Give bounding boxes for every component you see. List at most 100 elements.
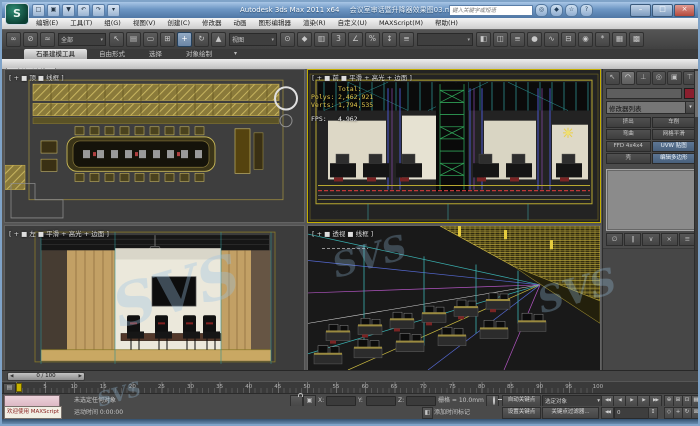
frame-spinner[interactable]: ↕ xyxy=(648,407,658,419)
add-time-tag-button[interactable]: 添加时间标记 xyxy=(434,406,470,419)
select-and-rotate-button[interactable]: ↻ xyxy=(194,32,209,47)
menu-animation[interactable]: 动画 xyxy=(228,18,253,29)
ribbon-tab-graphite-modeling[interactable]: 石墨建模工具 xyxy=(24,49,87,59)
select-and-manipulate-button[interactable]: ◆ xyxy=(297,32,312,47)
schematic-view-button[interactable]: ⊟ xyxy=(561,32,576,47)
align-button[interactable]: ◫ xyxy=(493,32,508,47)
reference-coordinate-dropdown[interactable]: 视图 ▾ xyxy=(229,33,277,46)
modifier-editpoly-button[interactable]: 编辑多边形 xyxy=(652,153,697,164)
edit-named-sets-button[interactable]: ≡ xyxy=(399,32,414,47)
close-button[interactable]: × xyxy=(674,4,695,17)
menu-maxscript[interactable]: MAXScript(M) xyxy=(373,18,429,29)
make-unique-icon[interactable]: ∨ xyxy=(642,233,659,246)
unlink-selection-button[interactable]: ⊘ xyxy=(23,32,38,47)
ribbon-tab-selection[interactable]: 选择 xyxy=(137,49,174,59)
ribbon-tab-object-paint[interactable]: 对象绘制 xyxy=(174,49,224,59)
maximize-button[interactable]: □ xyxy=(652,4,673,17)
menu-create[interactable]: 创建(C) xyxy=(161,18,196,29)
current-frame-marker[interactable] xyxy=(16,383,22,392)
display-tab-icon[interactable]: ▣ xyxy=(667,71,682,85)
command-panel-scrollbar[interactable] xyxy=(694,69,699,370)
frame-forward-icon[interactable]: ▶ xyxy=(79,373,82,380)
ribbon-minimize-icon[interactable]: ▾ xyxy=(234,49,237,59)
create-tab-icon[interactable]: ↖ xyxy=(605,71,620,85)
select-and-scale-button[interactable]: ▲ xyxy=(211,32,226,47)
coord-z-field[interactable] xyxy=(406,396,436,406)
layer-manager-button[interactable]: ≡ xyxy=(510,32,525,47)
named-selection-dropdown[interactable]: ▾ xyxy=(417,33,473,46)
time-slider-handle[interactable]: ◀ 0 / 100 ▶ xyxy=(7,372,85,381)
angle-snap-toggle[interactable]: ∠ xyxy=(348,32,363,47)
bind-to-space-warp-button[interactable]: ≈ xyxy=(40,32,55,47)
maximize-viewport-toggle-icon[interactable]: ⊠ xyxy=(691,407,700,419)
menu-group[interactable]: 组(G) xyxy=(98,18,127,29)
menu-views[interactable]: 视图(V) xyxy=(127,18,162,29)
menu-help[interactable]: 帮助(H) xyxy=(429,18,464,29)
ribbon-tab-freeform[interactable]: 自由形式 xyxy=(87,49,137,59)
viewport-front-label[interactable]: [ + ■ 前 ■ 平滑 + 高光 + 边面 ] xyxy=(312,72,412,82)
application-menu-button[interactable]: S xyxy=(5,3,29,25)
pin-stack-icon[interactable]: ∅ xyxy=(606,233,623,246)
menu-customize[interactable]: 自定义(U) xyxy=(332,18,373,29)
viewport-perspective-label[interactable]: [ + ■ 透视 ■ 线框 ] xyxy=(312,228,373,238)
modifier-meshsmooth-button[interactable]: 网格平滑 xyxy=(652,129,697,140)
favorites-icon[interactable]: ☆ xyxy=(565,4,578,17)
viewport-top-label[interactable]: [ + ■ 顶 ■ 线框 ] xyxy=(9,72,64,82)
coord-x-field[interactable] xyxy=(326,396,356,406)
modifier-stack-list[interactable] xyxy=(606,169,696,231)
selection-region-button[interactable]: ▭ xyxy=(143,32,158,47)
modifier-ffd-button[interactable]: FFD 4x4x4 xyxy=(606,141,651,152)
viewport-perspective[interactable]: [ + ■ 透视 ■ 线框 ] xyxy=(307,225,601,371)
use-pivot-center-button[interactable]: ⊙ xyxy=(280,32,295,47)
spinner-snap-toggle[interactable]: ↕ xyxy=(382,32,397,47)
menu-graph-editors[interactable]: 图形编辑器 xyxy=(253,18,298,29)
select-and-link-button[interactable]: ∞ xyxy=(6,32,21,47)
coord-y-field[interactable] xyxy=(366,396,396,406)
remove-modifier-icon[interactable]: × xyxy=(661,233,678,246)
modifier-list-dropdown[interactable]: 修改器列表 ▾ xyxy=(606,101,696,114)
rendered-frame-button[interactable]: ▦ xyxy=(612,32,627,47)
graphite-toggle-button[interactable]: ● xyxy=(527,32,542,47)
render-production-button[interactable]: ▩ xyxy=(629,32,644,47)
time-slider-track[interactable]: ◀ 0 / 100 ▶ xyxy=(2,370,698,381)
percent-snap-toggle[interactable]: % xyxy=(365,32,380,47)
motion-tab-icon[interactable]: ◎ xyxy=(652,71,667,85)
mirror-button[interactable]: ◧ xyxy=(476,32,491,47)
menu-modifiers[interactable]: 修改器 xyxy=(196,18,228,29)
maxscript-mini-listener[interactable]: 欢迎使用 MAXScript xyxy=(4,406,62,419)
render-setup-button[interactable]: * xyxy=(595,32,610,47)
set-key-button[interactable]: 设置关键点 xyxy=(502,407,541,419)
menu-rendering[interactable]: 渲染(R) xyxy=(297,18,332,29)
menu-tools[interactable]: 工具(T) xyxy=(64,18,98,29)
viewport-left-label[interactable]: [ + ■ 左 ■ 平滑 + 高光 + 边面 ] xyxy=(9,228,109,238)
curve-editor-button[interactable]: ∿ xyxy=(544,32,559,47)
select-by-name-button[interactable]: ▤ xyxy=(126,32,141,47)
frame-back-icon[interactable]: ◀ xyxy=(10,373,13,380)
help-icon[interactable]: ? xyxy=(580,4,593,17)
modifier-uvwmap-button[interactable]: UVW 贴图 xyxy=(652,141,697,152)
hierarchy-tab-icon[interactable]: ⊥ xyxy=(636,71,651,85)
track-bar[interactable]: ▤ 51015202530354045505560657075808590951… xyxy=(2,381,698,393)
window-crossing-toggle[interactable]: ⊞ xyxy=(160,32,175,47)
viewport-top[interactable]: [ + ■ 顶 ■ 线框 ] xyxy=(4,69,305,223)
minimize-button[interactable]: – xyxy=(630,4,651,17)
current-frame-field[interactable]: 0 xyxy=(614,407,650,419)
snaps-toggle[interactable]: 3 xyxy=(331,32,346,47)
search-input[interactable] xyxy=(449,5,533,16)
select-object-button[interactable]: ↖ xyxy=(109,32,124,47)
select-and-move-button[interactable]: + xyxy=(177,32,192,47)
menu-edit[interactable]: 编辑(E) xyxy=(30,18,64,29)
communication-center-icon[interactable]: ◆ xyxy=(550,4,563,17)
viewport-front[interactable]: [ + ■ 前 ■ 平滑 + 高光 + 边面 ] Total: Polys:2,… xyxy=(307,69,601,223)
object-name-field[interactable] xyxy=(606,88,682,99)
modifier-lathe-button[interactable]: 车削 xyxy=(652,117,697,128)
search-icon[interactable]: ◎ xyxy=(535,4,548,17)
selection-filter-dropdown[interactable]: 全部 ▾ xyxy=(58,33,106,46)
modifier-bend-button[interactable]: 弯曲 xyxy=(606,129,651,140)
keyboard-override-toggle[interactable]: ▥ xyxy=(314,32,329,47)
show-end-result-icon[interactable]: ∥ xyxy=(624,233,641,246)
modify-tab-icon[interactable]: ◠ xyxy=(621,71,636,85)
viewport-left[interactable]: [ + ■ 左 ■ 平滑 + 高光 + 边面 ] xyxy=(4,225,305,371)
modifier-extrude-button[interactable]: 挤出 xyxy=(606,117,651,128)
go-to-start-button-2[interactable]: ◀◀ xyxy=(601,407,614,419)
